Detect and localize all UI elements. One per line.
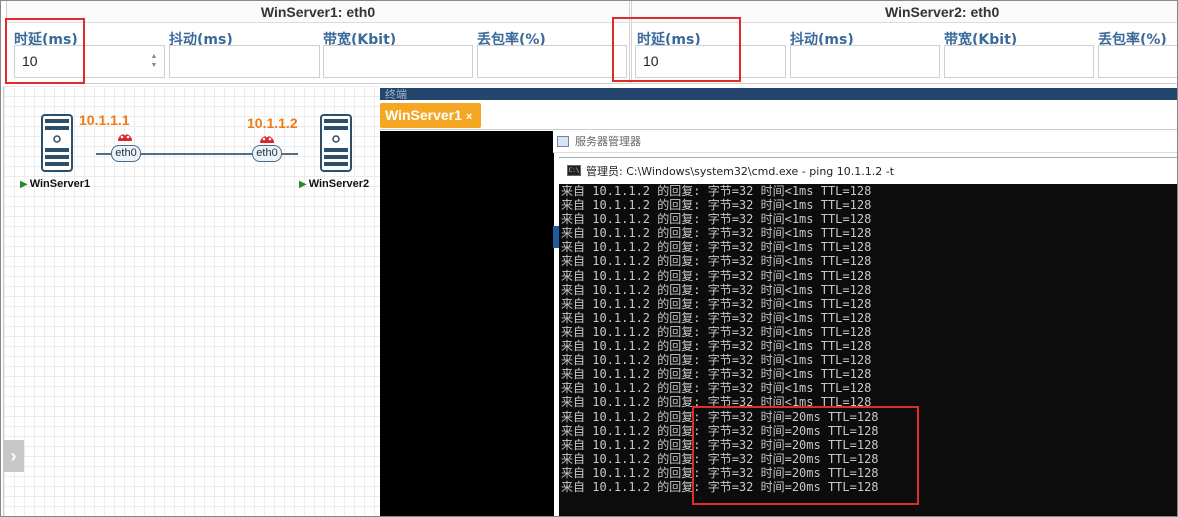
- tab-label: WinServer1: [385, 107, 462, 123]
- server1-eth-port[interactable]: eth0: [111, 145, 141, 162]
- server-manager-icon: [557, 136, 569, 147]
- topology-canvas[interactable]: 10.1.1.1 ▶ WinServer1 eth0 eth0 10.1.1.2 …: [3, 86, 380, 517]
- console-line: 来自 10.1.1.2 的回复: 字节=32 时间<1ms TTL=128: [561, 254, 872, 269]
- server2-eth-port[interactable]: eth0: [252, 145, 282, 162]
- server-tower-icon[interactable]: [41, 114, 73, 172]
- server-tower-icon[interactable]: [320, 114, 352, 172]
- play-triangle-icon: ▶: [20, 179, 28, 190]
- console-line: 来自 10.1.1.2 的回复: 字节=32 时间<1ms TTL=128: [561, 381, 872, 396]
- console-line: 来自 10.1.1.2 的回复: 字节=32 时间<1ms TTL=128: [561, 324, 872, 339]
- cmd-title: 管理员: C:\Windows\system32\cmd.exe - ping …: [586, 165, 895, 178]
- traffic-light-icon: [260, 134, 274, 143]
- loss-input[interactable]: [477, 45, 627, 78]
- console-line: 来自 10.1.1.2 的回复: 字节=32 时间<1ms TTL=128: [561, 198, 872, 213]
- console-line: 来自 10.1.1.2 的回复: 字节=32 时间<1ms TTL=128: [561, 212, 872, 227]
- highlight-box-delay1: [5, 18, 85, 84]
- cmd-icon: C:\: [567, 165, 581, 176]
- play-triangle-icon: ▶: [299, 179, 307, 190]
- panel-title: WinServer1: eth0: [7, 1, 629, 23]
- jitter-input[interactable]: [790, 45, 940, 78]
- console-line: 来自 10.1.1.2 的回复: 字节=32 时间<1ms TTL=128: [561, 184, 872, 198]
- console-line: 来自 10.1.1.2 的回复: 字节=32 时间<1ms TTL=128: [561, 367, 872, 382]
- server2-ip-label: 10.1.1.2: [247, 115, 298, 131]
- chevron-right-icon[interactable]: ›: [3, 440, 24, 472]
- console-line: 来自 10.1.1.2 的回复: 字节=32 时间<1ms TTL=128: [561, 226, 872, 241]
- console-line: 来自 10.1.1.2 的回复: 字节=32 时间<1ms TTL=128: [561, 339, 872, 354]
- terminal-header: 终端: [380, 88, 1178, 100]
- console-line: 来自 10.1.1.2 的回复: 字节=32 时间<1ms TTL=128: [561, 310, 872, 325]
- tab-winserver1[interactable]: WinServer1 ×: [380, 103, 481, 128]
- console-line: 来自 10.1.1.2 的回复: 字节=32 时间<1ms TTL=128: [561, 353, 872, 368]
- spinner-icon[interactable]: ▲ ▼: [150, 52, 158, 70]
- winserver1-params-panel: WinServer1: eth0 时延(ms) 抖动(ms) 带宽(Kbit) …: [6, 0, 630, 84]
- bandwidth-input[interactable]: [323, 45, 473, 78]
- highlight-box-delay2: [612, 17, 741, 82]
- loss-input[interactable]: [1098, 45, 1178, 78]
- jitter-input[interactable]: [169, 45, 320, 78]
- traffic-light-icon: [118, 132, 132, 141]
- bandwidth-input[interactable]: [944, 45, 1094, 78]
- close-icon[interactable]: ×: [466, 111, 472, 123]
- server-manager-titlebar[interactable]: 服务器管理器: [553, 131, 1178, 153]
- console-line: 来自 10.1.1.2 的回复: 字节=32 时间<1ms TTL=128: [561, 296, 872, 311]
- server1-ip-label: 10.1.1.1: [79, 112, 130, 128]
- server1-name-label[interactable]: ▶ WinServer1: [20, 178, 90, 190]
- server2-name-label[interactable]: ▶ WinServer2: [299, 178, 369, 190]
- terminal-header-label: 终端: [385, 89, 407, 100]
- terminal-tabbar: WinServer1 ×: [380, 100, 1178, 130]
- highlight-box-20ms: [692, 406, 919, 505]
- server2-name: WinServer2: [308, 178, 370, 190]
- server-manager-title: 服务器管理器: [575, 135, 641, 148]
- console-line: 来自 10.1.1.2 的回复: 字节=32 时间<1ms TTL=128: [561, 282, 872, 297]
- cmd-titlebar[interactable]: 管理员: C:\Windows\system32\cmd.exe - ping …: [559, 157, 1178, 184]
- server1-name: WinServer1: [29, 178, 91, 190]
- terminal-viewport[interactable]: [380, 131, 554, 517]
- console-line: 来自 10.1.1.2 的回复: 字节=32 时间<1ms TTL=128: [561, 240, 872, 255]
- console-line: 来自 10.1.1.2 的回复: 字节=32 时间<1ms TTL=128: [561, 268, 872, 283]
